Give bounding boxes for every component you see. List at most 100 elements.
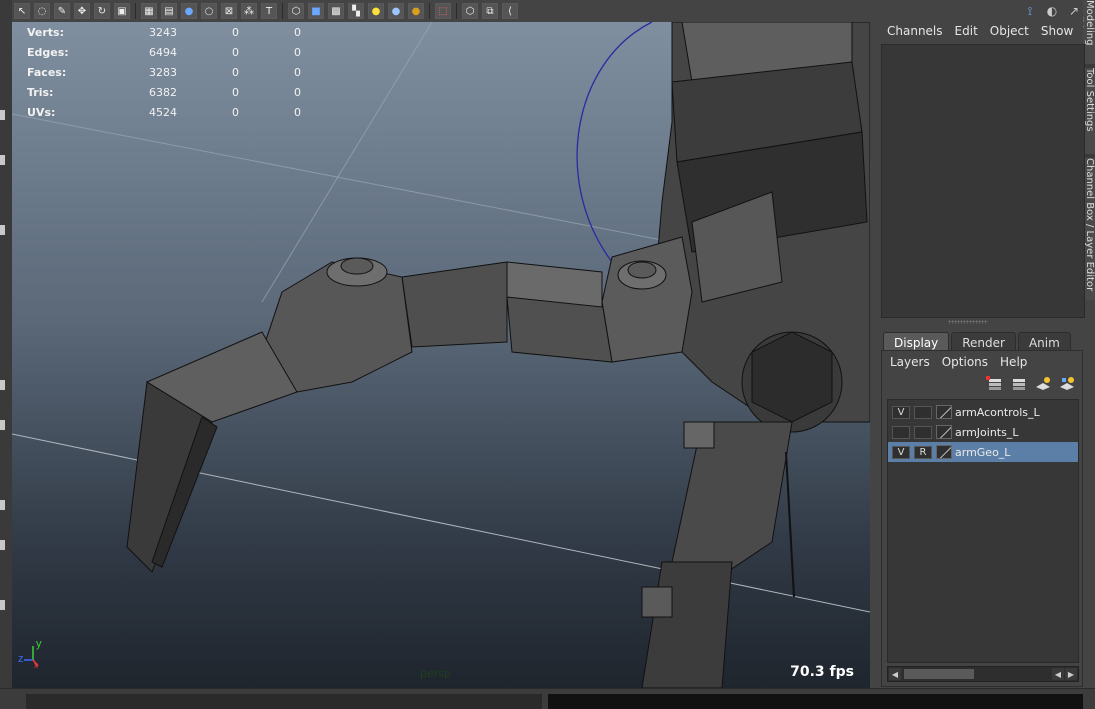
shaded-cube-icon[interactable]: ■ [308, 3, 324, 19]
layer-color-swatch[interactable] [936, 425, 952, 439]
hud-value: 0 [232, 25, 239, 39]
perspective-viewport[interactable]: Verts: 3243 0 0 Edges: 6494 0 0 Faces: 3… [12, 22, 870, 688]
sphere-icon[interactable]: ● [388, 3, 404, 19]
layer-row-armjoints[interactable]: armJoints_L [888, 422, 1078, 442]
layer-color-swatch[interactable] [936, 405, 952, 419]
hud-value: 6382 [149, 85, 177, 99]
hud-value: 0 [232, 45, 239, 59]
layer-buttons [986, 375, 1076, 391]
hud-label: Edges: [27, 45, 69, 59]
toolbar-separator [282, 3, 283, 19]
paint-select-icon[interactable]: ✎ [54, 3, 70, 19]
contrast-icon[interactable]: ◐ [1043, 2, 1061, 20]
hud-label: Verts: [27, 25, 65, 39]
layer-row-armgeo[interactable]: V R armGeo_L [888, 442, 1078, 462]
axis-x-label: x [34, 661, 38, 668]
rotate-tool-icon[interactable]: ↻ [94, 3, 110, 19]
layer-visibility-toggle[interactable] [892, 425, 910, 439]
bottom-bar [0, 688, 1095, 709]
hud-row-edges: Edges: 6494 0 0 [27, 42, 301, 62]
channel-box-area[interactable] [881, 44, 1085, 318]
panel-resize-grip[interactable] [948, 320, 988, 324]
lasso-icon[interactable]: ◌ [34, 3, 50, 19]
camera-name: persp [420, 667, 451, 680]
hud-value: 0 [232, 105, 239, 119]
hud-value: 4524 [149, 105, 177, 119]
cube-icon[interactable]: ⬡ [288, 3, 304, 19]
text-icon[interactable]: T [261, 3, 277, 19]
hud-value: 0 [232, 65, 239, 79]
axis-orientation-icon[interactable]: ⟟ [1021, 2, 1039, 20]
scroll-left-icon[interactable]: ◀ [889, 668, 901, 680]
hud-label: UVs: [27, 105, 56, 119]
move-layer-up-icon[interactable] [986, 375, 1004, 391]
grid-line [12, 113, 673, 243]
strip-marker [0, 540, 5, 550]
layer-editor-tabs: Display Render Anim [883, 332, 1071, 352]
layer-name: armAcontrols_L [955, 405, 1040, 419]
hud-value: 0 [294, 25, 301, 39]
robot-arm-mesh[interactable] [126, 236, 693, 573]
textured-cube-icon[interactable]: ▩ [328, 3, 344, 19]
layer-reference-toggle[interactable]: R [914, 445, 932, 459]
wireframe-icon[interactable]: ▦ [141, 3, 157, 19]
checker-icon[interactable]: ▚ [348, 3, 364, 19]
default-material-icon[interactable]: ○ [201, 3, 217, 19]
command-result-field [548, 694, 1083, 709]
hud-row-uvs: UVs: 4524 0 0 [27, 102, 301, 122]
isolate-icon[interactable]: ⁂ [241, 3, 257, 19]
camera-select-icon[interactable]: ⬚ [435, 3, 451, 19]
hud-row-faces: Faces: 3283 0 0 [27, 62, 301, 82]
scroll-thumb[interactable] [904, 669, 974, 679]
xray-icon[interactable]: ⊠ [221, 3, 237, 19]
right-panel: ⟟ ◐ ↗ Modeling Toolkit Tool Settings Cha… [870, 0, 1095, 688]
toolbar-separator [429, 3, 430, 19]
menu-edit[interactable]: Edit [955, 24, 978, 38]
new-layer-selected-icon[interactable] [1058, 375, 1076, 391]
strip-marker [0, 500, 5, 510]
light-icon[interactable]: ● [368, 3, 384, 19]
tab-render[interactable]: Render [951, 332, 1016, 352]
panel-top-icons: ⟟ ◐ ↗ [1021, 2, 1083, 20]
tab-display[interactable]: Display [883, 332, 950, 352]
share-icon[interactable]: ⟨ [502, 3, 518, 19]
smooth-shade-icon[interactable]: ● [181, 3, 197, 19]
layer-visibility-toggle[interactable]: V [892, 405, 910, 419]
cube-wire-icon[interactable]: ⬡ [462, 3, 478, 19]
layer-list-scrollbar[interactable]: ◀ ◀ ▶ [887, 666, 1079, 682]
layer-row-armacontrols[interactable]: V armAcontrols_L [888, 402, 1078, 422]
hud-value: 0 [294, 45, 301, 59]
gold-sphere-icon[interactable]: ● [408, 3, 424, 19]
layer-visibility-toggle[interactable]: V [892, 445, 910, 459]
new-empty-layer-icon[interactable] [1034, 375, 1052, 391]
move-layer-down-icon[interactable] [1010, 375, 1028, 391]
menu-options[interactable]: Options [942, 355, 988, 369]
grid-icon[interactable]: ▤ [161, 3, 177, 19]
viewport-toolbar: ↖ ◌ ✎ ✥ ↻ ▣ ▦ ▤ ● ○ ⊠ ⁂ T ⬡ ■ ▩ ▚ ● ● ● … [12, 0, 870, 23]
hud-row-tris: Tris: 6382 0 0 [27, 82, 301, 102]
command-line-field[interactable] [26, 694, 542, 709]
hud-value: 3243 [149, 25, 177, 39]
strip-marker [0, 110, 5, 120]
menu-show[interactable]: Show [1041, 24, 1073, 38]
scale-tool-icon[interactable]: ▣ [114, 3, 130, 19]
menu-channels[interactable]: Channels [887, 24, 943, 38]
axis-y-label: y [36, 638, 42, 650]
move-tool-icon[interactable]: ✥ [74, 3, 90, 19]
layer-color-swatch[interactable] [936, 445, 952, 459]
scroll-left-icon[interactable]: ◀ [1052, 668, 1064, 680]
layer-reference-toggle[interactable] [914, 425, 932, 439]
menu-help[interactable]: Help [1000, 355, 1027, 369]
pick-icon[interactable]: ↗ [1065, 2, 1083, 20]
toolbar-separator [135, 3, 136, 19]
scroll-right-icon[interactable]: ▶ [1065, 668, 1077, 680]
left-tool-strip [0, 0, 12, 690]
tab-anim[interactable]: Anim [1017, 332, 1071, 352]
layer-reference-toggle[interactable] [914, 405, 932, 419]
axis-gizmo-icon: y z x [18, 638, 42, 668]
select-tool-icon[interactable]: ↖ [14, 3, 30, 19]
menu-object[interactable]: Object [990, 24, 1029, 38]
cube-duplicate-icon[interactable]: ⧉ [482, 3, 498, 19]
layer-name: armGeo_L [955, 445, 1011, 459]
menu-layers[interactable]: Layers [890, 355, 930, 369]
